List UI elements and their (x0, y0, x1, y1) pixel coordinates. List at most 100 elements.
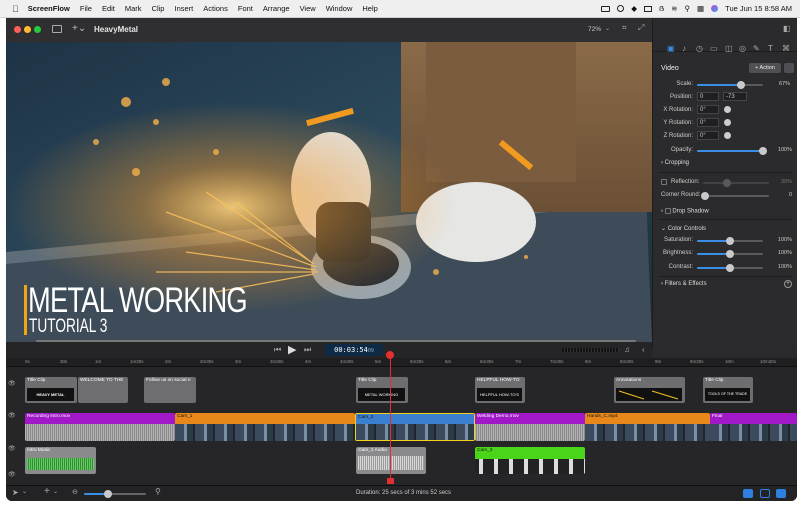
action-menu-icon[interactable] (784, 63, 794, 73)
menu-arrange[interactable]: Arrange (263, 4, 290, 13)
y-rotation-field[interactable]: 0° (697, 118, 719, 127)
apple-menu-icon[interactable]:  (12, 4, 19, 14)
track4-visibility-icon[interactable]: 👁 (8, 471, 16, 478)
corner-round-slider[interactable] (701, 192, 769, 200)
menu-clip[interactable]: Clip (152, 4, 165, 13)
menu-edit[interactable]: Edit (102, 4, 115, 13)
opacity-slider[interactable] (697, 147, 767, 155)
siri-icon[interactable] (711, 5, 719, 12)
title-clip[interactable]: Title Clip TOOLS OF THE TRADE (703, 377, 753, 403)
saturation-slider[interactable] (697, 237, 763, 245)
audio-clip[interactable]: Intro Music (25, 447, 96, 474)
x-rotation-field[interactable]: 0° (697, 105, 719, 114)
canvas-preview[interactable]: METAL WORKING TUTORIAL 3 (6, 42, 652, 342)
bluetooth-icon[interactable]: ẞ (659, 4, 664, 13)
play-icon[interactable]: ▶ (288, 343, 296, 356)
contrast-slider[interactable] (697, 264, 763, 272)
position-y-field[interactable]: -73 (723, 92, 747, 101)
inspector-toggle-icon[interactable]: ◧ (783, 24, 791, 33)
menu-font[interactable]: Font (238, 4, 253, 13)
track1-visibility-icon[interactable]: 👁 (8, 380, 16, 387)
pointer-tool-icon[interactable]: ➤ (12, 488, 19, 497)
loop-toggle[interactable] (760, 489, 770, 498)
timer-tab-icon[interactable]: ◷ (696, 44, 703, 53)
text-clip[interactable]: HELPFUL HOW-TO HELPFUL HOW-TO'S (475, 377, 525, 403)
callout-tab-icon[interactable]: ◫ (725, 44, 733, 53)
title-clip[interactable]: Title Clip HEAVY METAL (25, 377, 77, 403)
snap-toggle[interactable] (743, 489, 753, 498)
menu-actions[interactable]: Actions (203, 4, 228, 13)
drop-shadow-disclosure[interactable]: › Drop Shadow (661, 208, 709, 215)
camera-icon[interactable] (601, 5, 611, 12)
reflection-value[interactable]: 30% (781, 179, 792, 185)
video-clip[interactable]: Final (710, 413, 797, 441)
track3-visibility-icon[interactable]: 👁 (8, 445, 16, 452)
text-clip[interactable]: WELCOME TO THE (78, 377, 128, 403)
clock[interactable]: Tue Jun 15 8:58 AM (725, 4, 792, 13)
add-action-button[interactable]: + Action (749, 63, 781, 73)
fit-toggle[interactable] (776, 489, 786, 498)
video-clip[interactable]: Cam_3 (475, 447, 585, 474)
screen-tab-icon[interactable]: ▭ (710, 44, 718, 53)
menu-app-name[interactable]: ScreenFlow (28, 4, 70, 13)
add-filter-icon[interactable]: + (784, 280, 792, 288)
canvas-title-line1[interactable]: METAL WORKING (28, 281, 248, 321)
filters-effects-disclosure[interactable]: › Filters & Effects (661, 281, 707, 287)
control-center-icon[interactable]: ▦ (697, 4, 704, 13)
screen-icon[interactable] (643, 5, 652, 12)
dropbox-icon[interactable]: ◆ (631, 4, 637, 13)
title-clip[interactable]: Title Clip METAL WORKING (356, 377, 408, 403)
brightness-slider[interactable] (697, 250, 763, 258)
zoom-out-icon[interactable]: ⊖ (72, 488, 78, 496)
menu-help[interactable]: Help (362, 4, 377, 13)
add-media-button[interactable]: +⌄ (72, 23, 86, 34)
reflection-checkbox[interactable] (661, 179, 667, 185)
menu-view[interactable]: View (300, 4, 316, 13)
menu-file[interactable]: File (80, 4, 92, 13)
video-clip[interactable]: Cam_1 (175, 413, 355, 441)
minimize-button[interactable] (24, 26, 31, 33)
touch-tab-icon[interactable]: ◎ (739, 44, 746, 53)
wifi-icon[interactable]: ≋ (671, 4, 677, 13)
record-icon[interactable] (617, 5, 625, 12)
collapse-icon[interactable]: ‹ (642, 345, 645, 354)
sidebar-icon[interactable] (52, 25, 62, 33)
crop-icon[interactable]: ⌗ (622, 23, 627, 33)
opacity-value[interactable]: 100% (778, 147, 792, 153)
cropping-disclosure[interactable]: › Cropping (661, 160, 689, 166)
zoom-chevron-icon[interactable]: ⌄ (605, 25, 610, 32)
scale-slider[interactable] (697, 81, 763, 89)
z-rotation-dial-icon[interactable] (724, 132, 731, 139)
playhead-bottom-handle[interactable] (387, 478, 394, 484)
annotation-tab-icon[interactable]: ✎ (753, 44, 760, 53)
zoom-level[interactable]: 72% (588, 26, 601, 33)
x-rotation-dial-icon[interactable] (724, 106, 731, 113)
video-clip[interactable]: Hands_C.mp4 (585, 413, 710, 441)
track2-visibility-icon[interactable]: 👁 (8, 412, 16, 419)
audio-tab-icon[interactable]: ♪ (682, 44, 686, 53)
playhead[interactable] (390, 353, 391, 484)
scale-value[interactable]: 67% (779, 81, 790, 87)
z-rotation-field[interactable]: 0° (697, 131, 719, 140)
zoom-in-icon[interactable]: ⚲ (155, 487, 161, 496)
saturation-value[interactable]: 100% (778, 237, 792, 243)
canvas-title-line2[interactable]: TUTORIAL 3 (29, 316, 107, 338)
add-track-icon[interactable]: + (44, 486, 50, 497)
annotations-clip[interactable]: Annotations (614, 377, 685, 403)
drop-shadow-checkbox[interactable] (664, 208, 671, 214)
close-button[interactable] (14, 26, 21, 33)
contrast-value[interactable]: 100% (778, 264, 792, 270)
playhead-handle[interactable] (386, 351, 394, 359)
reflection-slider[interactable] (703, 179, 769, 187)
text-tab-icon[interactable]: T (768, 44, 773, 53)
fast-forward-icon[interactable]: ⏭ (304, 345, 311, 355)
menu-insert[interactable]: Insert (174, 4, 193, 13)
fullscreen-icon[interactable]: ⤢ (638, 23, 644, 33)
menu-mark[interactable]: Mark (125, 4, 142, 13)
video-clip[interactable]: Recording Intro.mov (25, 413, 175, 441)
timeline-zoom-slider[interactable] (84, 490, 146, 498)
video-clip-selected[interactable]: Cam_2 (355, 413, 475, 441)
video-tab-icon[interactable]: ▣ (667, 44, 675, 53)
timeline-ruler[interactable]: 0s 30s 1m 1m30s 2m 2m30s 3m 3m30s 4m 4m30s 5m 5m30s… (6, 358, 797, 367)
pointer-chevron-icon[interactable]: ⌄ (22, 488, 27, 495)
